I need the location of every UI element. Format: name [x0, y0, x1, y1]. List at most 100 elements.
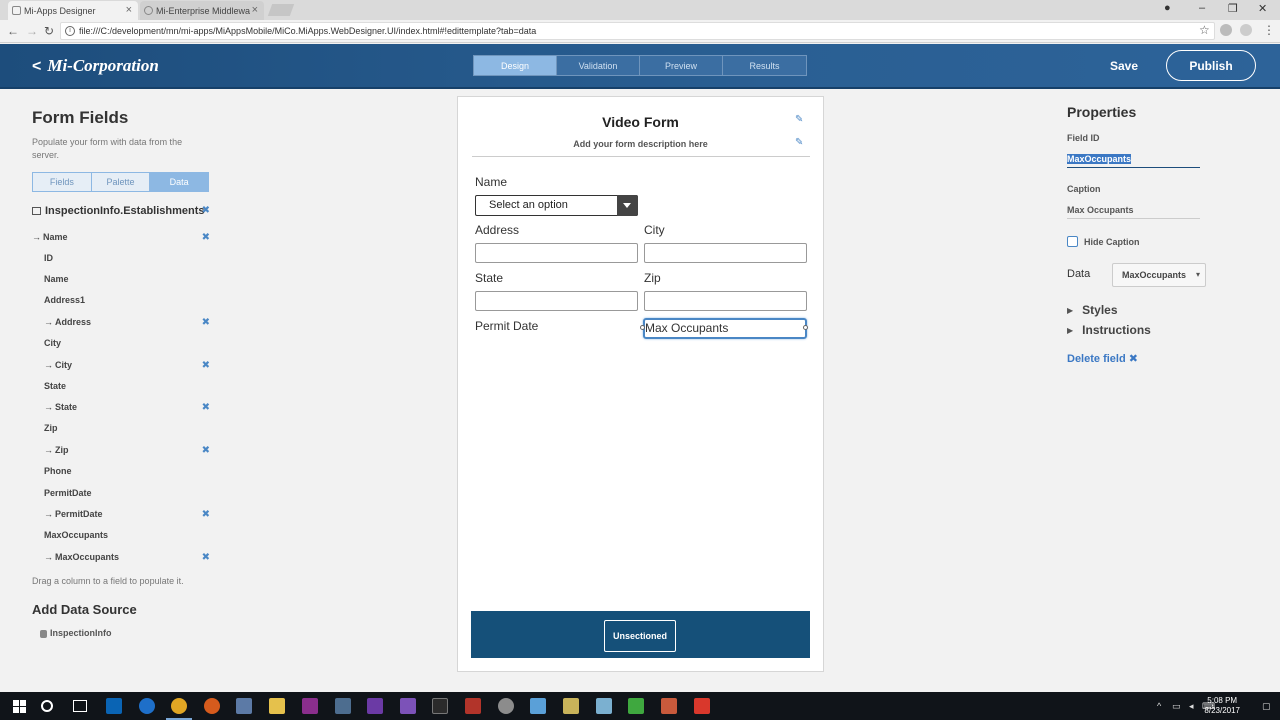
app-icon[interactable]	[628, 698, 644, 714]
visual-studio-icon[interactable]	[367, 698, 383, 714]
edge-icon[interactable]	[139, 698, 155, 714]
terminal-icon[interactable]	[432, 698, 448, 714]
remove-icon[interactable]: ✖	[202, 317, 210, 328]
field-id-input[interactable]: MaxOccupants	[1067, 154, 1200, 168]
remove-icon[interactable]: ✖	[202, 360, 210, 371]
app-icon[interactable]	[694, 698, 710, 714]
profile-icon[interactable]: ●	[1164, 2, 1171, 14]
data-source-item[interactable]: InspectionInfo	[40, 628, 112, 638]
app-icon[interactable]	[563, 698, 579, 714]
column-row[interactable]: State	[32, 381, 210, 391]
close-window-icon[interactable]: ✕	[1258, 2, 1267, 15]
system-clock[interactable]: 5:08 PM 8/23/2017	[1204, 696, 1240, 716]
bookmark-star-icon[interactable]: ☆	[1199, 23, 1210, 37]
mapped-field-row[interactable]: → Zip ✖	[32, 445, 210, 456]
mapped-field-row[interactable]: → Address ✖	[32, 317, 210, 328]
remove-icon[interactable]: ✖	[202, 402, 210, 413]
outlook-icon[interactable]	[106, 698, 122, 714]
onenote-icon[interactable]	[302, 698, 318, 714]
mapped-field-row[interactable]: → MaxOccupants ✖	[32, 552, 210, 563]
column-row[interactable]: Address1	[32, 295, 210, 305]
back-icon[interactable]: ←	[7, 24, 19, 38]
remove-icon[interactable]: ✖	[202, 205, 210, 216]
form-description[interactable]: Add your form description here	[458, 139, 823, 149]
chrome-icon[interactable]	[171, 698, 187, 714]
file-explorer-icon[interactable]	[269, 698, 285, 714]
unsectioned-button[interactable]: Unsectioned	[604, 620, 676, 652]
remove-icon[interactable]: ✖	[202, 232, 210, 243]
segment-fields[interactable]: Fields	[33, 173, 92, 191]
delete-field-button[interactable]: Delete field ✖	[1067, 352, 1138, 365]
city-input[interactable]	[644, 243, 807, 263]
resize-handle[interactable]	[640, 325, 645, 330]
column-row[interactable]: ID	[32, 253, 210, 263]
brand-logo[interactable]: < Mi-Corporation	[32, 56, 159, 76]
tab-validation[interactable]: Validation	[557, 56, 640, 75]
remove-icon[interactable]: ✖	[202, 445, 210, 456]
new-tab-button[interactable]	[267, 4, 295, 16]
mapped-field-row[interactable]: → Name ✖	[32, 232, 210, 243]
max-occupants-field-selected[interactable]: Max Occupants	[643, 318, 807, 339]
column-row[interactable]: PermitDate	[32, 488, 210, 498]
url-input[interactable]: i file:///C:/development/mn/mi-apps/MiAp…	[60, 22, 1215, 40]
app-icon[interactable]	[236, 698, 252, 714]
edit-description-pencil-icon[interactable]: ✎	[795, 137, 803, 148]
app-icon[interactable]	[596, 698, 612, 714]
reload-icon[interactable]: ↻	[44, 24, 54, 38]
save-button[interactable]: Save	[1110, 59, 1138, 73]
remove-icon[interactable]: ✖	[202, 552, 210, 563]
app-icon[interactable]	[530, 698, 546, 714]
menu-icon[interactable]: ⋮	[1263, 23, 1275, 37]
column-row[interactable]: Name	[32, 274, 210, 284]
firefox-icon[interactable]	[204, 698, 220, 714]
windows-start-icon[interactable]	[13, 700, 26, 713]
column-row[interactable]: City	[32, 338, 210, 348]
tab-design[interactable]: Design	[474, 56, 557, 75]
extension-icon[interactable]	[1220, 24, 1232, 36]
hide-caption-checkbox[interactable]	[1067, 236, 1078, 247]
tray-chevron-icon[interactable]: ^	[1157, 701, 1161, 711]
volume-icon[interactable]: ◂	[1189, 701, 1194, 712]
close-tab-icon[interactable]: ×	[252, 4, 258, 16]
mapped-field-row[interactable]: → PermitDate ✖	[32, 509, 210, 520]
visual-studio-icon[interactable]	[400, 698, 416, 714]
column-row[interactable]: Zip	[32, 423, 210, 433]
data-select[interactable]: MaxOccupants	[1112, 263, 1206, 287]
caption-input[interactable]: Max Occupants	[1067, 205, 1200, 219]
task-view-icon[interactable]	[73, 700, 87, 712]
mapped-field-row[interactable]: → City ✖	[32, 360, 210, 371]
segment-palette[interactable]: Palette	[91, 173, 151, 191]
back-chevron-icon[interactable]: <	[32, 58, 41, 75]
name-dropdown[interactable]: Select an option	[475, 195, 638, 216]
form-title[interactable]: Video Form	[458, 114, 823, 130]
browser-tab-middleware[interactable]: Mi-Enterprise Middlewa ×	[140, 1, 264, 20]
tab-preview[interactable]: Preview	[640, 56, 723, 75]
column-row[interactable]: MaxOccupants	[32, 530, 210, 540]
address-input[interactable]	[475, 243, 638, 263]
restore-icon[interactable]: ❐	[1228, 2, 1238, 15]
resize-handle[interactable]	[803, 325, 808, 330]
app-icon[interactable]	[335, 698, 351, 714]
app-icon[interactable]	[498, 698, 514, 714]
instructions-toggle[interactable]: ▶ Instructions	[1067, 323, 1151, 337]
forward-icon[interactable]: →	[26, 24, 38, 38]
network-icon[interactable]: ▭	[1172, 701, 1181, 712]
browser-tab-designer[interactable]: Mi-Apps Designer ×	[8, 1, 138, 20]
app-icon[interactable]	[465, 698, 481, 714]
publish-button[interactable]: Publish	[1166, 50, 1256, 81]
search-icon[interactable]	[41, 700, 53, 712]
segment-data[interactable]: Data	[150, 173, 209, 191]
data-source-root[interactable]: InspectionInfo.Establishments ✖	[32, 205, 210, 217]
minimize-icon[interactable]: –	[1199, 2, 1205, 14]
notifications-icon[interactable]: ▢	[1262, 701, 1271, 712]
tab-results[interactable]: Results	[723, 56, 806, 75]
app-icon[interactable]	[661, 698, 677, 714]
info-icon[interactable]: i	[65, 26, 75, 36]
mapped-field-row[interactable]: → State ✖	[32, 402, 210, 413]
edit-title-pencil-icon[interactable]: ✎	[795, 114, 803, 125]
state-input[interactable]	[475, 291, 638, 311]
extension-icon[interactable]	[1240, 24, 1252, 36]
close-tab-icon[interactable]: ×	[126, 4, 132, 16]
styles-toggle[interactable]: ▶ Styles	[1067, 303, 1118, 317]
remove-icon[interactable]: ✖	[202, 509, 210, 520]
